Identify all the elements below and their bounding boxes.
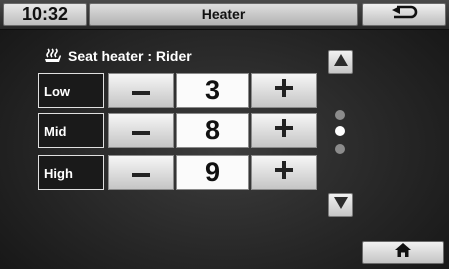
section-title: Seat heater : Rider xyxy=(68,48,192,64)
mid-decrement-button[interactable] xyxy=(108,113,174,148)
heater-row-mid: Mid 8 xyxy=(38,113,319,150)
minus-icon xyxy=(132,82,150,100)
low-decrement-button[interactable] xyxy=(108,73,174,108)
home-icon xyxy=(395,243,411,262)
high-decrement-button[interactable] xyxy=(108,155,174,190)
high-value: 9 xyxy=(176,155,249,190)
minus-icon xyxy=(132,164,150,182)
row-label: Mid xyxy=(38,113,104,148)
triangle-down-icon xyxy=(333,196,348,214)
scroll-down-button[interactable] xyxy=(328,193,353,217)
home-button[interactable] xyxy=(362,241,444,264)
section-header: Seat heater : Rider xyxy=(44,45,192,67)
high-increment-button[interactable] xyxy=(251,155,317,190)
heater-row-low: Low 3 xyxy=(38,73,319,110)
back-button[interactable] xyxy=(362,3,446,26)
clock: 10:32 xyxy=(3,3,87,26)
page-dot-1 xyxy=(335,110,345,120)
page-dot-3 xyxy=(335,144,345,154)
title-bar: 10:32 Heater xyxy=(0,0,449,30)
mid-increment-button[interactable] xyxy=(251,113,317,148)
heater-row-high: High 9 xyxy=(38,155,319,192)
row-label: High xyxy=(38,155,104,190)
plus-icon xyxy=(275,79,293,102)
back-arrow-icon xyxy=(389,5,419,24)
page-title: Heater xyxy=(89,3,358,26)
plus-icon xyxy=(275,119,293,142)
scroll-up-button[interactable] xyxy=(328,50,353,74)
minus-icon xyxy=(132,122,150,140)
low-increment-button[interactable] xyxy=(251,73,317,108)
mid-value: 8 xyxy=(176,113,249,148)
page-dot-2-active xyxy=(335,126,345,136)
seat-heater-icon xyxy=(44,48,62,64)
plus-icon xyxy=(275,161,293,184)
row-label: Low xyxy=(38,73,104,108)
low-value: 3 xyxy=(176,73,249,108)
triangle-up-icon xyxy=(333,53,348,71)
